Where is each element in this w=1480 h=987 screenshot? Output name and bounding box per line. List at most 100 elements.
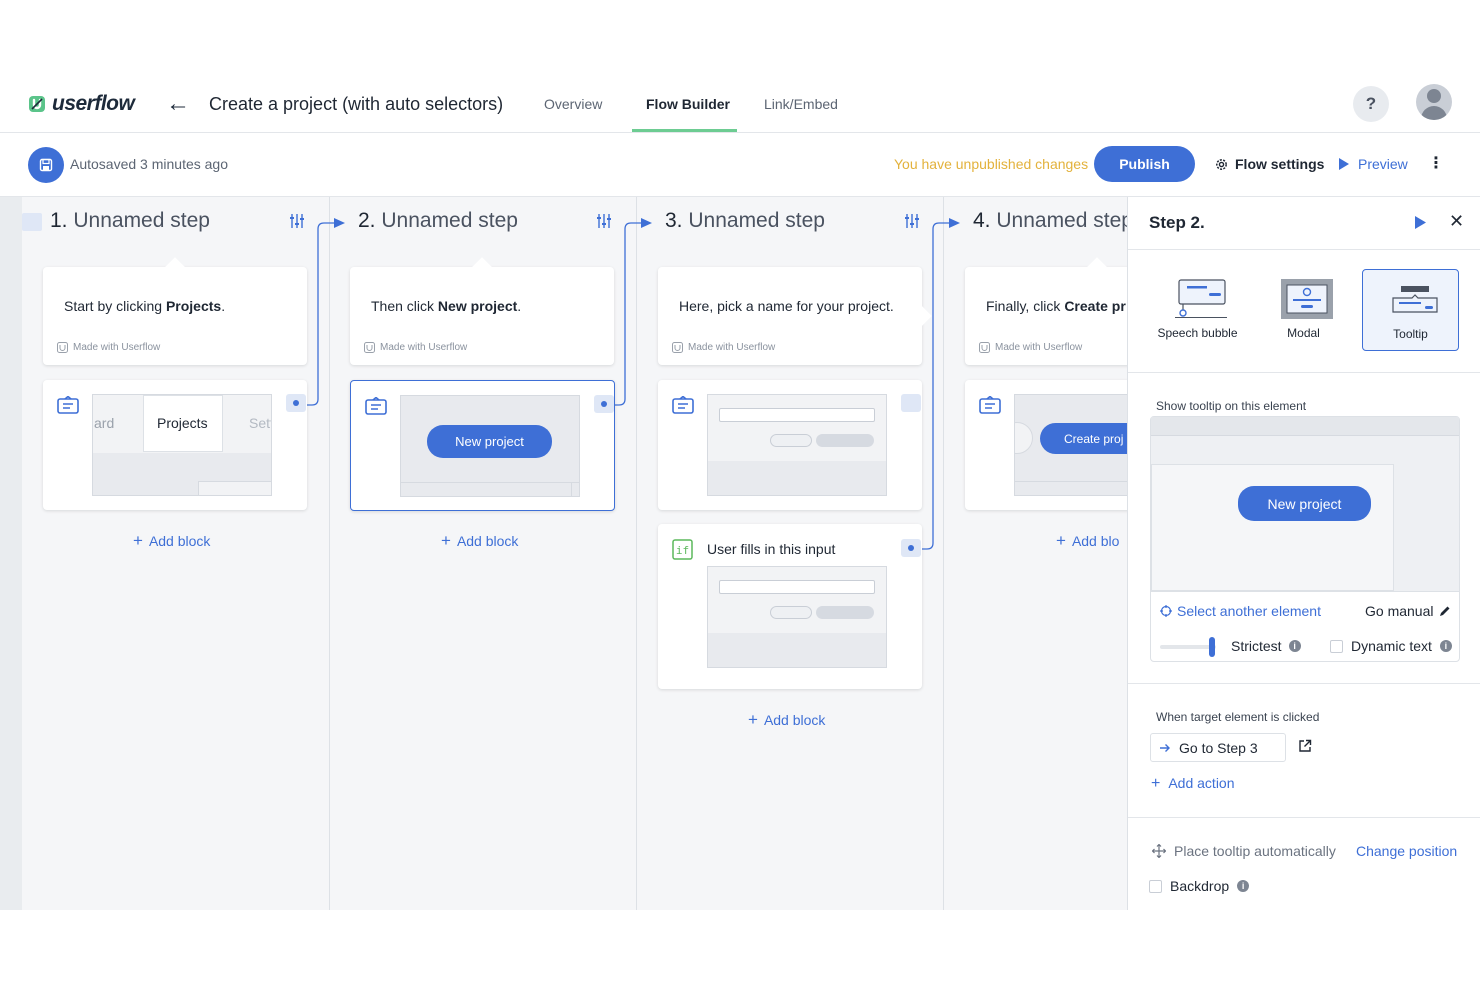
tooltip-block-card-selected[interactable]: New project [350,380,615,511]
step-number: 2. [358,209,376,232]
tab-flow-builder[interactable]: Flow Builder [646,96,730,112]
speech-bubble-card[interactable]: Here, pick a name for your project. Made… [658,267,932,365]
preview-label: Preview [1358,156,1408,172]
userflow-logo-icon [29,96,45,112]
type-label: Speech bubble [1157,326,1238,340]
back-arrow-icon[interactable]: ← [166,90,190,118]
divider [1128,683,1480,684]
divider [1128,372,1480,373]
type-option-tooltip[interactable]: Tooltip [1362,269,1459,351]
tab-link-embed[interactable]: Link/Embed [764,96,838,112]
add-action-label: Add action [1168,775,1235,791]
backdrop-checkbox[interactable] [1149,879,1162,893]
next-step-port[interactable] [901,539,921,557]
bubble-suffix: . [221,298,226,314]
go-to-step-action[interactable]: Go to Step 3 [1150,733,1286,762]
condition-label: User fills in this input [707,541,836,557]
preview-button[interactable]: Preview [1338,156,1408,172]
panel-title: Step 2. [1149,213,1205,232]
info-icon[interactable]: i [1439,640,1452,652]
step-name: Unnamed step [996,209,1127,232]
type-option-modal[interactable]: Modal [1255,269,1352,351]
made-with-userflow: Made with Userflow [979,342,1082,353]
step-2-header[interactable]: 2. Unnamed step [358,209,518,233]
step-settings-sliders-icon[interactable] [596,213,612,229]
made-with-text: Made with Userflow [995,342,1083,353]
step-settings-sliders-icon[interactable] [289,213,305,229]
bubble-content: Finally, click Create pr [986,298,1126,314]
made-with-text: Made with Userflow [380,342,468,353]
thumb-new-project-button: New project [427,425,552,458]
user-avatar[interactable] [1416,84,1452,120]
type-label: Tooltip [1393,327,1428,341]
strictness-slider-handle[interactable] [1209,637,1215,657]
play-step-icon[interactable] [1414,215,1427,230]
preview-new-project-button: New project [1238,486,1371,521]
element-screenshot-thumbnail: ard Projects Sett [92,394,272,496]
target-element-screenshot: New project [1151,417,1459,591]
more-options-icon[interactable]: ⋮ [1428,153,1444,173]
dynamic-text-option[interactable]: Dynamic text i [1330,638,1452,654]
tooltip-block-icon [979,396,1001,414]
info-icon[interactable]: i [1288,640,1301,652]
place-auto-label: Place tooltip automatically [1174,843,1336,859]
strictness-slider-track[interactable] [1160,645,1216,649]
bubble-content: Start by clicking Projects. [64,298,225,314]
bubble-bold-text: Create pr [1064,298,1126,314]
strictness-label-group: Strictest i [1231,638,1301,654]
step-number: 1. [50,209,68,232]
add-block-button[interactable]: + Add block [748,710,825,730]
userflow-badge-icon [979,342,990,353]
flow-canvas[interactable]: 1. Unnamed step Start by clicking Projec… [0,197,1127,910]
add-block-button[interactable]: + Add block [133,531,210,551]
flow-settings-button[interactable]: Flow settings [1214,156,1324,172]
add-block-button[interactable]: + Add blo [1056,531,1119,551]
next-step-port[interactable] [286,394,306,412]
step-settings-sliders-icon[interactable] [904,213,920,229]
divider [1128,249,1480,250]
next-step-port[interactable] [594,395,614,413]
info-icon[interactable]: i [1237,880,1250,892]
add-block-button[interactable]: + Add block [441,531,518,551]
bubble-content: Here, pick a name for your project. [679,298,894,314]
thumb-create-project-button: Create proj [1040,423,1127,454]
next-step-port-empty[interactable] [901,394,921,412]
condition-block-card[interactable]: if User fills in this input [658,524,922,689]
unpublished-changes-notice: You have unpublished changes [894,156,1089,172]
tooltip-block-card[interactable]: Create proj [965,380,1127,510]
publish-button[interactable]: Publish [1094,146,1195,182]
step-name: Unnamed step [73,209,210,232]
userflow-logo[interactable]: userflow [28,92,135,116]
add-action-button[interactable]: + Add action [1151,775,1235,793]
gear-icon [1216,158,1227,170]
close-icon[interactable]: ✕ [1449,211,1464,232]
dynamic-text-checkbox[interactable] [1330,639,1343,653]
dynamic-text-label: Dynamic text [1351,638,1432,654]
speech-bubble-card[interactable]: Start by clicking Projects. Made with Us… [43,257,307,365]
thumb-nav-projects: Projects [157,415,208,431]
tooltip-block-card[interactable] [658,380,922,510]
external-link-icon[interactable] [1298,739,1312,753]
step-1-header[interactable]: 1. Unnamed step [50,209,210,233]
speech-bubble-card[interactable]: Then click New project. Made with Userfl… [350,257,614,365]
select-another-element-button[interactable]: Select another element [1160,603,1321,619]
speech-bubble-card[interactable]: Finally, click Create pr Made with Userf… [965,257,1127,365]
logo-text: userflow [52,92,135,115]
step-3-header[interactable]: 3. Unnamed step [665,209,825,233]
type-option-speech-bubble[interactable]: Speech bubble [1149,269,1246,351]
bubble-bold-text: Projects [165,298,222,314]
step-4-header[interactable]: 4. Unnamed step [973,209,1127,233]
tab-overview[interactable]: Overview [544,96,602,112]
active-tab-indicator [632,129,737,132]
backdrop-option[interactable]: Backdrop i [1149,878,1250,894]
target-element-preview: New project Select another element Go ma… [1150,416,1460,662]
select-another-label: Select another element [1177,603,1321,619]
change-position-link[interactable]: Change position [1356,843,1457,859]
go-manual-button[interactable]: Go manual [1365,603,1451,619]
arrow-right-icon [1160,743,1170,752]
tooltip-block-card[interactable]: ard Projects Sett [43,380,307,510]
userflow-badge-icon [364,342,375,353]
thumb-nav-right: Sett [249,415,272,431]
autosave-button[interactable] [28,147,64,183]
help-button[interactable]: ? [1353,86,1389,122]
